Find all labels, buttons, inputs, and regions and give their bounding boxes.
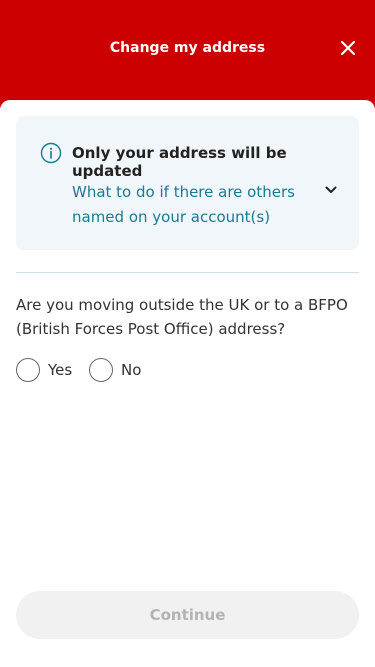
radio-yes-circle[interactable] <box>16 358 40 382</box>
radio-no[interactable]: No <box>89 357 141 383</box>
radio-no-circle[interactable] <box>89 358 113 382</box>
continue-button[interactable]: Continue <box>16 591 359 639</box>
close-icon <box>340 40 356 56</box>
divider <box>16 272 359 273</box>
header-bar: Change my address <box>0 0 375 100</box>
radio-yes[interactable]: Yes <box>16 357 72 383</box>
radio-no-label: No <box>121 361 142 379</box>
bfpo-question: Are you moving outside the UK or to a BF… <box>16 296 348 338</box>
close-button[interactable] <box>339 39 357 57</box>
content-sheet: Only your address will be updated What t… <box>0 100 375 667</box>
info-icon <box>40 142 62 164</box>
page-title: Change my address <box>109 40 266 56</box>
radio-yes-label: Yes <box>48 361 73 379</box>
chevron-down-icon[interactable] <box>325 186 337 194</box>
info-title: Only your address will be updated <box>72 144 287 180</box>
info-panel: Only your address will be updated What t… <box>16 116 359 250</box>
others-named-link[interactable]: What to do if there are others named on … <box>72 180 312 230</box>
